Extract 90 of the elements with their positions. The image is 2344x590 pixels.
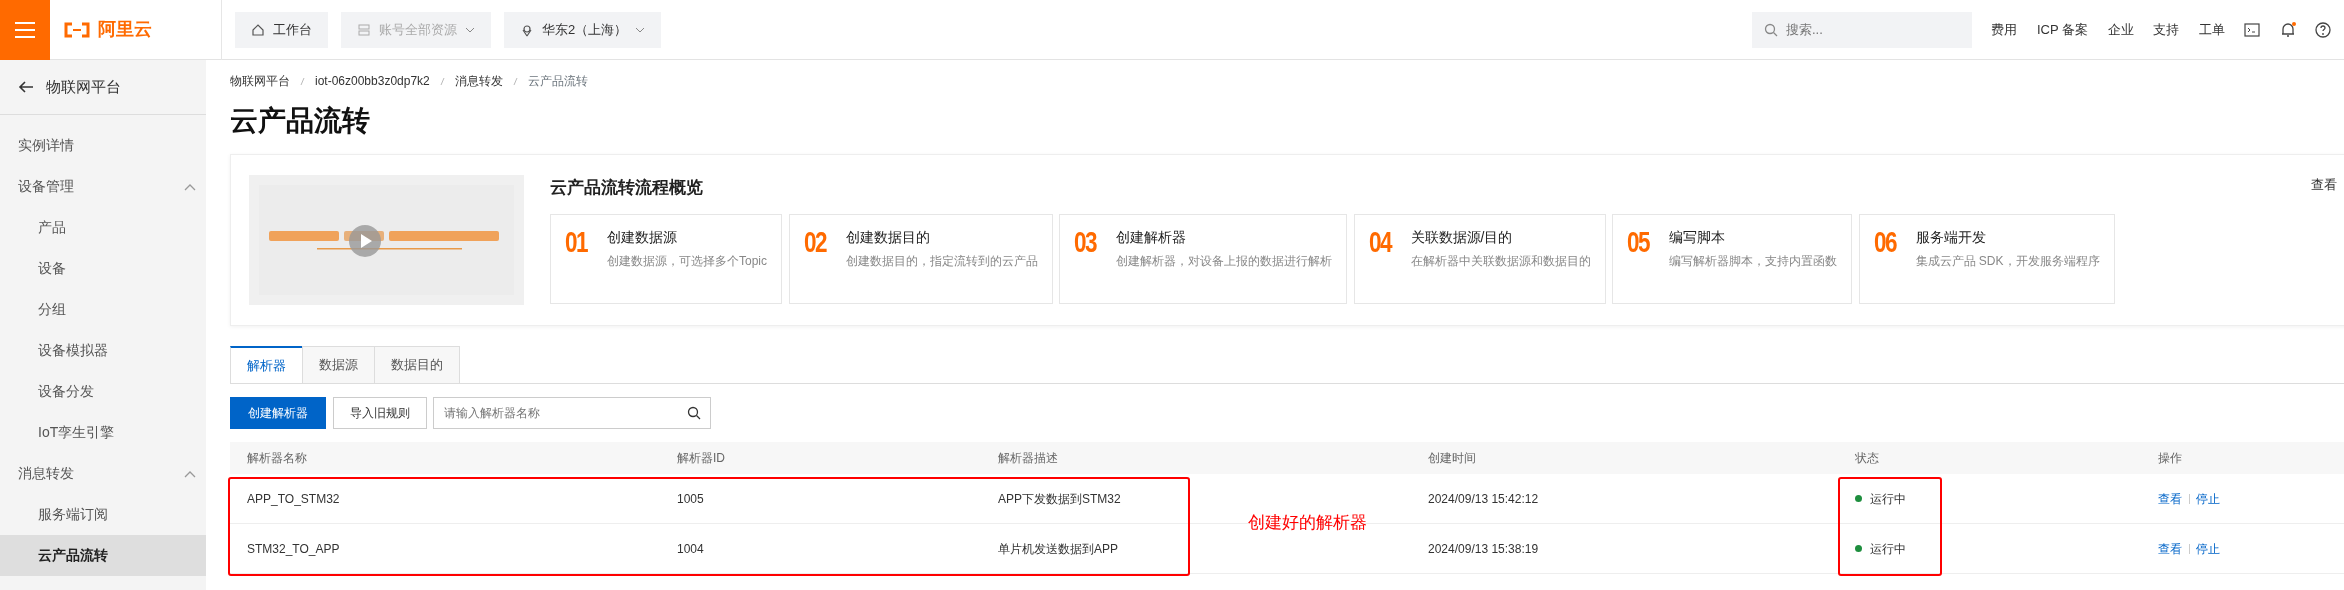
header-link[interactable]: ICP 备案 (2036, 19, 2088, 40)
more-link[interactable]: 查看 (2311, 175, 2337, 201)
step-title: 关联数据源/目的 (1410, 227, 1514, 247)
step-number: 03 (1074, 226, 1097, 260)
sidebar-item[interactable]: 设备管理 (0, 166, 206, 207)
header-link[interactable]: 支持 (2153, 19, 2179, 40)
step-title: 创建解析器 (1116, 227, 1187, 247)
table-cell: 1005 (660, 474, 981, 524)
header-link[interactable]: 工单 (2198, 19, 2225, 40)
tab[interactable]: 数据目的 (374, 345, 460, 383)
status-text: 运行中 (1870, 540, 1906, 558)
stack-icon (357, 22, 371, 37)
logo-icon (63, 21, 91, 38)
step-description: 集成云产品 SDK，开发服务端程序 (1915, 252, 2100, 270)
sidebar-item[interactable]: 分组 (0, 289, 206, 330)
breadcrumb-item[interactable]: 物联网平台 (230, 72, 290, 90)
step-number: 06 (1873, 226, 1896, 260)
chevron-up-icon (184, 182, 196, 191)
step-description: 创建数据源，可选择多个Topic (607, 252, 767, 270)
nav-button[interactable]: 工作台 (235, 11, 328, 48)
step-number: 02 (803, 226, 826, 260)
step-description: 编写解析器脚本，支持内置函数 (1669, 252, 1837, 270)
slash-icon (300, 77, 305, 87)
breadcrumb-item: 云产品流转 (527, 73, 588, 90)
sidebar-item[interactable]: 服务端订阅 (0, 494, 206, 535)
play-icon[interactable] (349, 225, 381, 257)
search-icon (1763, 22, 1778, 37)
column-header: 状态 (1838, 442, 2141, 474)
step-title: 编写脚本 (1669, 227, 1726, 247)
location-pin-icon (520, 22, 534, 37)
column-header: 解析器名称 (230, 442, 660, 474)
sidebar-item[interactable]: 设备模拟器 (0, 330, 206, 371)
search-icon (687, 406, 701, 420)
column-header: 创建时间 (1411, 442, 1838, 474)
step-title: 创建数据源 (607, 227, 678, 247)
bell-icon[interactable] (2279, 21, 2296, 38)
caret-icon (465, 26, 475, 33)
search-field[interactable]: 请输入解析器名称 (433, 397, 711, 429)
header-link[interactable]: 企业 (2107, 19, 2134, 40)
home-icon (251, 22, 265, 37)
sidebar-item[interactable]: 设备分发 (0, 371, 206, 412)
slash-icon (512, 77, 518, 87)
step-title: 服务端开发 (1915, 227, 1987, 247)
sidebar-item[interactable]: 云产品流转 (0, 535, 206, 576)
tab[interactable]: 数据源 (302, 345, 375, 383)
nav-button[interactable]: 华东2（上海） (504, 11, 662, 48)
page-title: 云产品流转 (230, 104, 371, 138)
step-number: 04 (1368, 226, 1391, 260)
sidebar-item[interactable]: 消息转发 (0, 453, 206, 494)
import-button[interactable]: 导入旧规则 (332, 397, 427, 429)
step-description: 创建解析器，对设备上报的数据进行解析 (1116, 252, 1332, 270)
search-field[interactable]: 搜索... (1751, 11, 1972, 48)
sidebar-item[interactable]: 设备 (0, 248, 206, 289)
table-cell: 1004 (660, 524, 981, 574)
breadcrumb-item[interactable]: iot-06z00bb3z0dp7k2 (315, 72, 430, 90)
sidebar-item[interactable]: IoT孪生引擎 (0, 412, 206, 453)
action-link[interactable]: 停止 (2196, 539, 2220, 558)
action-link[interactable]: 查看 (2158, 539, 2182, 558)
table-cell: APP_TO_STM32 (230, 474, 660, 524)
menu-button[interactable] (0, 0, 50, 60)
menu-icon (15, 21, 35, 38)
status-text: 运行中 (1870, 490, 1906, 508)
caret-icon (635, 26, 646, 33)
action-link[interactable]: 查看 (2158, 489, 2182, 508)
table-cell: 2024/09/13 15:42:12 (1411, 474, 1838, 524)
step-number: 05 (1627, 226, 1650, 260)
step-number: 01 (565, 226, 588, 260)
help-icon[interactable] (2315, 21, 2331, 38)
column-header: 操作 (2141, 442, 2344, 474)
tab[interactable]: 解析器 (230, 345, 303, 383)
step-description: 在解析器中关联数据源和数据目的 (1410, 252, 1591, 270)
create-button[interactable]: 创建解析器 (230, 397, 326, 429)
terminal-icon[interactable] (2244, 22, 2260, 37)
logo-text: 阿里云 (97, 18, 152, 41)
chevron-up-icon (184, 469, 196, 478)
back-arrow-icon[interactable] (18, 80, 34, 94)
slash-icon (439, 77, 445, 87)
sidebar-item[interactable]: 产品 (0, 207, 206, 248)
overview-title: 云产品流转流程概览 (550, 177, 703, 199)
step-description: 创建数据目的，指定流转到的云产品 (845, 252, 1038, 270)
column-header: 解析器描述 (981, 442, 1411, 474)
table-cell: STM32_TO_APP (230, 524, 660, 574)
table-cell: 2024/09/13 15:38:19 (1411, 524, 1838, 574)
column-header: 解析器ID (660, 442, 981, 474)
breadcrumb-item[interactable]: 消息转发 (454, 72, 503, 90)
header-link[interactable]: 费用 (1991, 19, 2018, 40)
sidebar-item[interactable]: 实例详情 (0, 125, 206, 166)
back-link[interactable]: 物联网平台 (46, 75, 121, 99)
step-title: 创建数据目的 (845, 227, 931, 247)
action-link[interactable]: 停止 (2196, 489, 2220, 508)
